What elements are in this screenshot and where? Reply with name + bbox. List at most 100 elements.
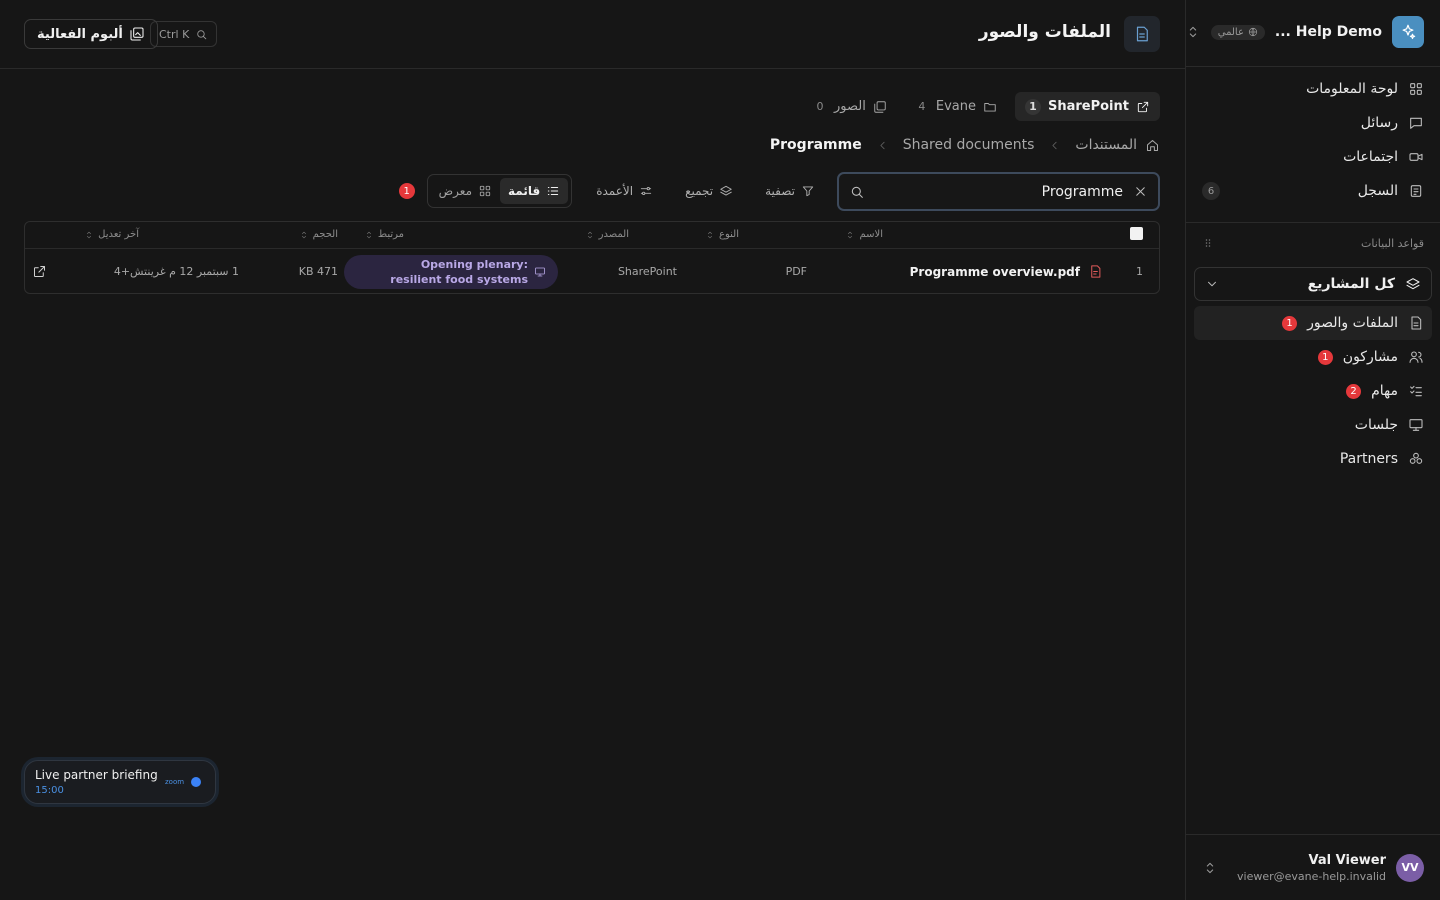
tab-sharepoint[interactable]: SharePoint 1 [1014, 92, 1160, 121]
gallery-icon [130, 27, 144, 41]
workspace-switcher[interactable]: Help Demo ... عالمي [1189, 14, 1424, 50]
databases-label: قواعد البيانات [1361, 236, 1424, 250]
sidebar-item-tasks[interactable]: مهام 2 [1194, 374, 1432, 408]
file-name: Programme overview.pdf [909, 264, 1080, 279]
notification-badge: 1 [1282, 315, 1298, 331]
globe-icon [1248, 27, 1258, 37]
user-menu[interactable]: VV Val Viewer viewer@evane-help.invalid [1186, 834, 1440, 900]
sort-icon [585, 230, 595, 240]
sidebar-item-meetings[interactable]: اجتماعات [1194, 140, 1432, 174]
tab-photos[interactable]: الصور 0 [803, 92, 897, 121]
sidebar-item-files[interactable]: الملفات والصور 1 [1194, 306, 1432, 340]
column-header-linked[interactable]: مرتبط [364, 229, 404, 240]
home-icon [1147, 139, 1158, 151]
log-icon [1410, 185, 1422, 197]
linked-session-label: Opening plenary: resilient food systems [390, 257, 528, 286]
project-select-value: كل المشاريع [1307, 276, 1395, 292]
table-row[interactable]: 1 Programme overview.pdf PDF SharePoint … [25, 249, 1159, 293]
clear-icon[interactable] [1133, 184, 1148, 199]
source-tabs: SharePoint 1 Evane 4 الصور 0 [803, 92, 1160, 121]
group-button[interactable]: تجميع [671, 174, 747, 208]
chevrons-updown-icon[interactable] [1202, 860, 1218, 876]
source-cell: SharePoint [617, 265, 677, 278]
workspace-name: Help Demo ... [1274, 24, 1382, 40]
divider [1186, 222, 1440, 223]
breadcrumb-current: Programme [769, 137, 862, 153]
grid-icon [479, 185, 491, 197]
sidebar-item-participants[interactable]: مشاركون 1 [1194, 340, 1432, 374]
users-icon [1409, 351, 1423, 363]
notification-badge: 1 [1317, 349, 1333, 365]
gallery-icon [874, 100, 886, 113]
breadcrumb: المستندات Shared documents Programme [770, 137, 1160, 153]
sidebar-item-sessions[interactable]: جلسات [1194, 408, 1432, 442]
linked-session-pill[interactable]: Opening plenary: resilient food systems [344, 254, 558, 289]
event-album-button[interactable]: ألبوم الفعالية [24, 19, 158, 49]
tab-evane[interactable]: Evane 4 [905, 92, 1007, 121]
row-index: 1 [1136, 265, 1143, 278]
project-select[interactable]: كل المشاريع [1194, 267, 1432, 301]
folder-icon [984, 102, 996, 112]
chevron-left-icon [876, 139, 889, 152]
list-view-button[interactable]: قائمة [500, 178, 569, 204]
tab-label: الصور [834, 99, 866, 114]
search-input[interactable] [875, 183, 1123, 200]
sidebar: Help Demo ... عالمي لوحة المعلومات رسائل… [1185, 0, 1440, 900]
external-link-icon [1137, 101, 1149, 112]
open-external-icon[interactable] [32, 249, 47, 293]
table-toolbar: تصفية تجميع الأعمدة قائمة معرض 1 [398, 174, 829, 208]
main-content: الملفات والصور Ctrl K ألبوم الفعالية Sha… [0, 0, 1185, 900]
page-title: الملفات والصور [978, 22, 1111, 42]
zoom-logo-icon: zoom [165, 778, 185, 786]
column-header-source[interactable]: المصدر [585, 229, 629, 240]
sidebar-item-label: لوحة المعلومات [1306, 81, 1398, 97]
command-search-button[interactable]: Ctrl K [150, 21, 218, 47]
sidebar-item-log[interactable]: السجل 6 [1194, 174, 1432, 208]
scope-label: عالمي [1217, 26, 1244, 38]
column-label: آخر تعديل [98, 229, 139, 240]
partners-icon [1409, 452, 1423, 464]
breadcrumb-root[interactable]: المستندات [1075, 137, 1160, 153]
main-nav: لوحة المعلومات رسائل اجتماعات السجل 6 [1194, 72, 1432, 208]
divider [1186, 66, 1440, 67]
sort-icon [845, 230, 855, 240]
search-icon [849, 184, 865, 200]
layers-icon [1406, 278, 1420, 290]
search-field [837, 172, 1160, 211]
sidebar-item-dashboard[interactable]: لوحة المعلومات [1194, 72, 1432, 106]
column-header-modified[interactable]: آخر تعديل [84, 229, 139, 240]
column-header-name[interactable]: الاسم [845, 229, 883, 240]
linked-cell: Opening plenary: resilient food systems [344, 249, 558, 293]
notification-badge: 2 [1346, 383, 1362, 399]
gallery-view-button[interactable]: معرض [431, 178, 500, 204]
size-cell: 471 KB [298, 265, 338, 278]
sort-icon [364, 230, 374, 240]
filter-button[interactable]: تصفية [751, 174, 829, 208]
avatar: VV [1396, 853, 1424, 882]
databases-section-label: قواعد البيانات [1202, 234, 1424, 252]
select-all-checkbox[interactable] [1130, 227, 1143, 240]
files-table: الاسم النوع المصدر مرتبط الحجم آخر تعديل [24, 221, 1160, 294]
column-header-type[interactable]: النوع [705, 229, 739, 240]
columns-button[interactable]: الأعمدة [582, 174, 667, 208]
filter-label: تصفية [765, 184, 795, 198]
chevrons-updown-icon[interactable] [1185, 24, 1201, 40]
live-event-time: 15:00 [35, 785, 64, 796]
view-toggle: قائمة معرض [426, 174, 573, 208]
column-header-size[interactable]: الحجم [299, 229, 338, 240]
breadcrumb-middle[interactable]: Shared documents [903, 137, 1035, 153]
log-count: 6 [1202, 182, 1220, 200]
file-name-cell[interactable]: Programme overview.pdf [909, 249, 1103, 293]
group-label: تجميع [685, 184, 714, 198]
sidebar-item-label: السجل [1357, 183, 1398, 199]
sidebar-item-messages[interactable]: رسائل [1194, 106, 1432, 140]
column-label: الحجم [312, 229, 338, 240]
sidebar-item-partners[interactable]: Partners [1194, 442, 1432, 476]
dashboard-icon [1410, 83, 1422, 95]
sort-icon [299, 230, 309, 240]
drag-handle-icon[interactable] [1202, 237, 1214, 249]
column-label: النوع [719, 229, 739, 240]
sidebar-item-label: جلسات [1354, 417, 1398, 433]
live-event-card[interactable]: Live partner briefing 15:00 zoom [24, 760, 216, 804]
sidebar-item-label: مهام [1371, 383, 1398, 399]
